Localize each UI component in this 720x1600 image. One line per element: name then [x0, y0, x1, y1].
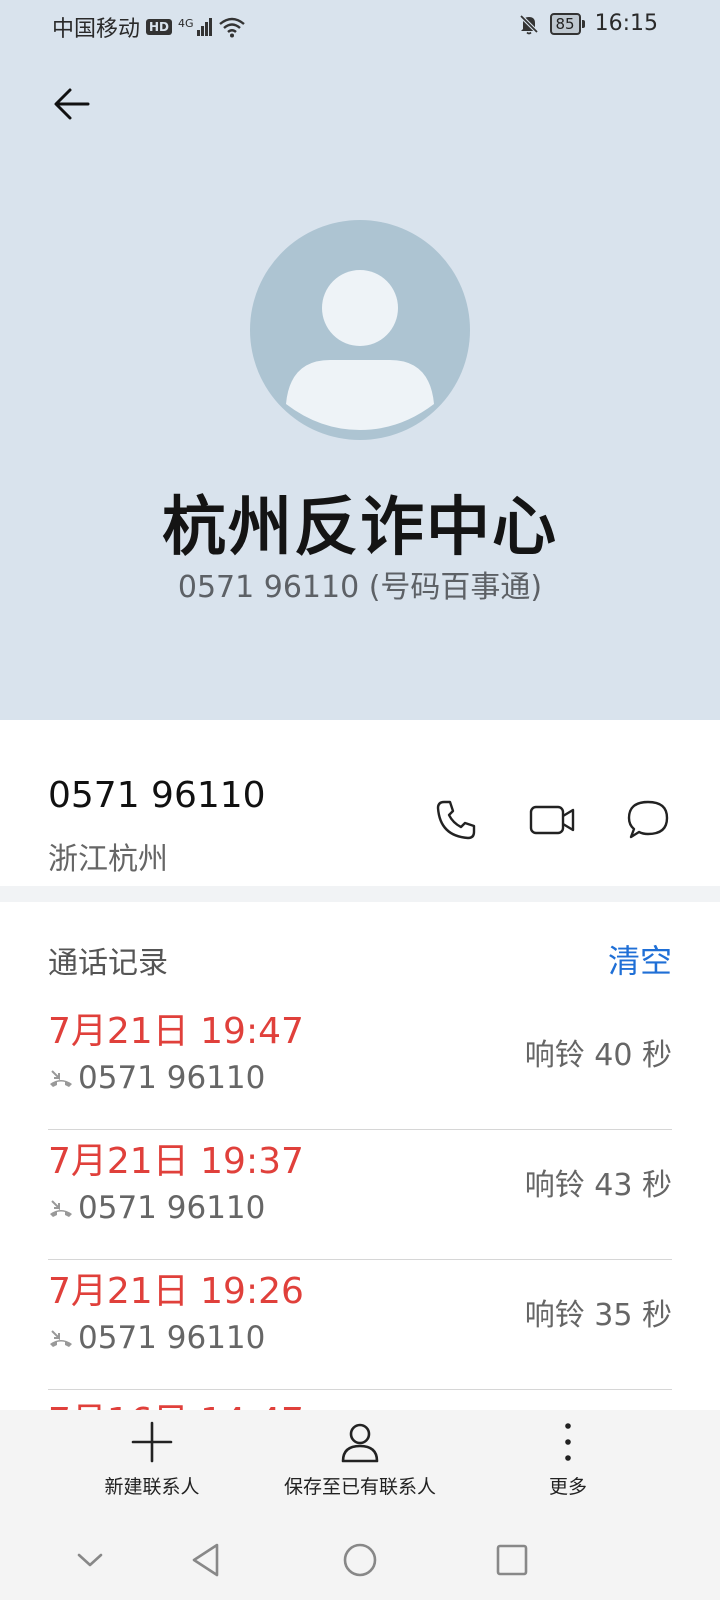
- clock: 16:15: [594, 11, 658, 36]
- nav-recents-button[interactable]: [492, 1540, 532, 1580]
- new-contact-label: 新建联系人: [104, 1476, 200, 1498]
- plus-icon: [130, 1420, 174, 1464]
- signal-icon: 4G: [178, 18, 212, 36]
- wifi-icon: [218, 16, 246, 38]
- call-button[interactable]: [428, 792, 484, 848]
- contact-subtitle: 0571 96110 (号码百事通): [177, 570, 543, 605]
- system-navigation-bar: [0, 1520, 720, 1600]
- call-log-row[interactable]: 7月21日 19:47 0571 96110 响铃 40 秒: [48, 1000, 672, 1130]
- person-icon: [338, 1420, 382, 1464]
- status-bar: 中国移动 HD 4G 85 16:15: [0, 0, 720, 50]
- triangle-back-icon: [189, 1542, 223, 1578]
- video-call-button[interactable]: [524, 792, 580, 848]
- call-log-row[interactable]: 7月21日 19:37 0571 96110 响铃 43 秒: [48, 1130, 672, 1260]
- call-time: 7月21日 19:37: [48, 1141, 304, 1182]
- back-arrow-icon: [52, 84, 92, 124]
- network-type: 4G: [178, 17, 194, 30]
- clear-history-button[interactable]: 清空: [608, 936, 672, 982]
- person-placeholder-icon: [286, 270, 434, 430]
- call-time: 7月16日 14:47: [48, 1392, 304, 1410]
- square-recents-icon: [495, 1543, 529, 1577]
- chat-bubble-icon: [626, 798, 670, 842]
- missed-call-icon: [48, 1066, 74, 1090]
- video-camera-icon: [528, 798, 576, 842]
- phone-icon: [434, 798, 478, 842]
- chevron-down-icon: [75, 1545, 105, 1575]
- call-duration: 响铃 40 秒: [524, 1038, 672, 1073]
- nav-home-button[interactable]: [340, 1540, 380, 1580]
- new-contact-button[interactable]: 新建联系人: [42, 1420, 262, 1499]
- call-time: 7月21日 19:26: [48, 1271, 304, 1312]
- call-log-row[interactable]: 7月16日 14:47: [48, 1390, 672, 1410]
- back-button[interactable]: [48, 80, 96, 128]
- more-vertical-icon: [546, 1420, 590, 1464]
- phone-location: 浙江杭州: [48, 842, 168, 877]
- bottom-toolbar: 新建联系人 保存至已有联系人 更多: [0, 1410, 720, 1520]
- missed-call-icon: [48, 1326, 74, 1350]
- save-to-existing-contact-button[interactable]: 保存至已有联系人: [250, 1420, 470, 1499]
- missed-call-icon: [48, 1196, 74, 1220]
- contact-name: 杭州反诈中心: [162, 491, 558, 565]
- more-label: 更多: [548, 1476, 587, 1498]
- circle-home-icon: [342, 1542, 378, 1578]
- call-duration: 响铃 43 秒: [524, 1168, 672, 1203]
- hide-nav-button[interactable]: [70, 1540, 110, 1580]
- save-to-existing-label: 保存至已有联系人: [283, 1476, 436, 1498]
- call-history-title: 通话记录: [48, 946, 168, 981]
- message-button[interactable]: [620, 792, 676, 848]
- hd-badge: HD: [146, 19, 173, 35]
- avatar: [250, 220, 470, 440]
- battery-level: 85: [549, 12, 581, 35]
- phone-number[interactable]: 0571 96110: [48, 775, 266, 816]
- call-log-row[interactable]: 7月21日 19:26 0571 96110 响铃 35 秒: [48, 1260, 672, 1390]
- call-duration: 响铃 35 秒: [524, 1298, 672, 1333]
- battery-icon: 85: [549, 12, 585, 35]
- call-history-section: 通话记录 清空 7月21日 19:47 0571 96110 响铃 40 秒 7…: [0, 902, 720, 1410]
- carrier-name: 中国移动: [52, 17, 141, 42]
- bell-muted-icon: [518, 13, 540, 35]
- call-number: 0571 96110: [78, 1060, 266, 1096]
- call-time: 7月21日 19:47: [48, 1011, 304, 1052]
- nav-back-button[interactable]: [186, 1540, 226, 1580]
- phone-number-card: 0571 96110 浙江杭州: [0, 720, 720, 886]
- call-number: 0571 96110: [78, 1190, 266, 1226]
- more-button[interactable]: 更多: [458, 1420, 678, 1499]
- call-number: 0571 96110: [78, 1320, 266, 1356]
